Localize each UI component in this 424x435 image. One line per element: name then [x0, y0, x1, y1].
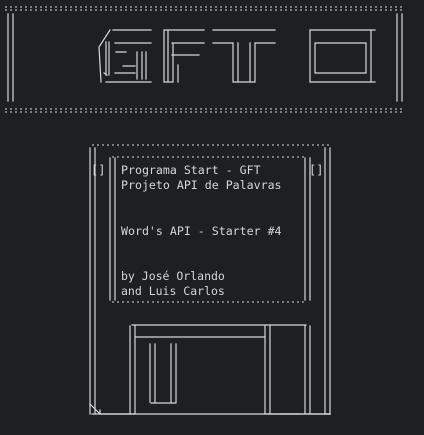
floppy-lower-structure	[89, 325, 331, 415]
label-program-line: Programa Start - GFT	[121, 163, 261, 177]
label-author-line-two: and Luis Carlos	[121, 284, 225, 298]
top-double-border	[5, 6, 405, 11]
banner-side-borders	[7, 13, 403, 102]
terminal-window: [] [] Programa Start - GFT Projeto API d…	[0, 0, 424, 435]
floppy-shutter-details	[129, 324, 331, 415]
ascii-art-drawing	[5, 6, 405, 415]
right-write-protect-bracket: []	[309, 163, 324, 177]
label-project-line: Projeto API de Palavras	[121, 178, 282, 192]
left-write-protect-bracket: []	[91, 163, 106, 177]
gft-logo-strokes	[98, 29, 376, 83]
label-starter-line: Word's API - Starter #4	[121, 224, 282, 238]
label-author-line-one: by José Orlando	[121, 269, 225, 283]
bottom-double-border	[5, 108, 405, 113]
